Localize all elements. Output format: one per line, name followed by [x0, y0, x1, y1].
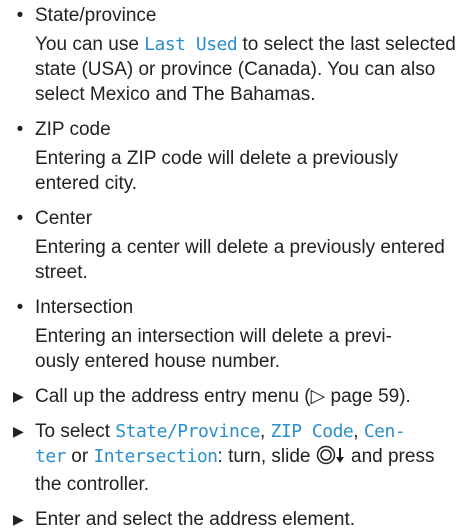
option-zip-code: ZIP Code [270, 421, 354, 442]
list-item-intersection: • Intersection Entering an intersection … [13, 295, 460, 374]
step-arrow-icon: ▶ [13, 388, 24, 404]
item-description: Entering a ZIP code will delete a previo… [35, 148, 398, 194]
last-used-option: Last Used [144, 34, 238, 55]
step-call-up-menu: ▶ Call up the address entry menu (▷ page… [13, 384, 460, 409]
option-center: ter [35, 446, 67, 467]
step-select-option: ▶ To select State/Province, ZIP Code, Ce… [13, 421, 435, 495]
item-heading: Intersection [35, 297, 134, 318]
item-description: Entering an intersection will delete a p… [35, 326, 392, 372]
bullet-icon: • [16, 297, 24, 318]
step-text: To select [35, 421, 116, 442]
step-text: Call up the address entry menu (▷ page 5… [35, 386, 411, 407]
list-item-zip-code: • ZIP code Entering a ZIP code will dele… [13, 117, 460, 196]
option-center: Cen- [363, 421, 406, 442]
item-heading: Center [35, 208, 93, 229]
step-text: Enter and select the address element. [35, 509, 356, 530]
step-arrow-icon: ▶ [13, 423, 24, 439]
option-state-province: State/Province [115, 421, 260, 442]
item-description: Entering a center will delete a previous… [35, 237, 445, 283]
desc-text: You can use [35, 34, 145, 55]
option-intersection: Intersection [93, 446, 218, 467]
bullet-icon: • [16, 208, 24, 229]
step-arrow-icon: ▶ [13, 511, 24, 527]
bullet-icon: • [16, 119, 24, 140]
item-heading: ZIP code [35, 119, 111, 140]
step-enter-address: ▶ Enter and select the address element. [13, 507, 460, 532]
list-item-state-province: • State/province You can use Last Used t… [13, 3, 460, 107]
controller-slide-down-icon [316, 445, 346, 472]
item-description: You can use Last Used to select the last… [35, 32, 460, 107]
bullet-icon: • [16, 5, 24, 26]
list-item-center: • Center Entering a center will delete a… [13, 206, 460, 285]
manual-page: • State/province You can use Last Used t… [0, 0, 460, 532]
item-heading: State/province [35, 5, 157, 26]
